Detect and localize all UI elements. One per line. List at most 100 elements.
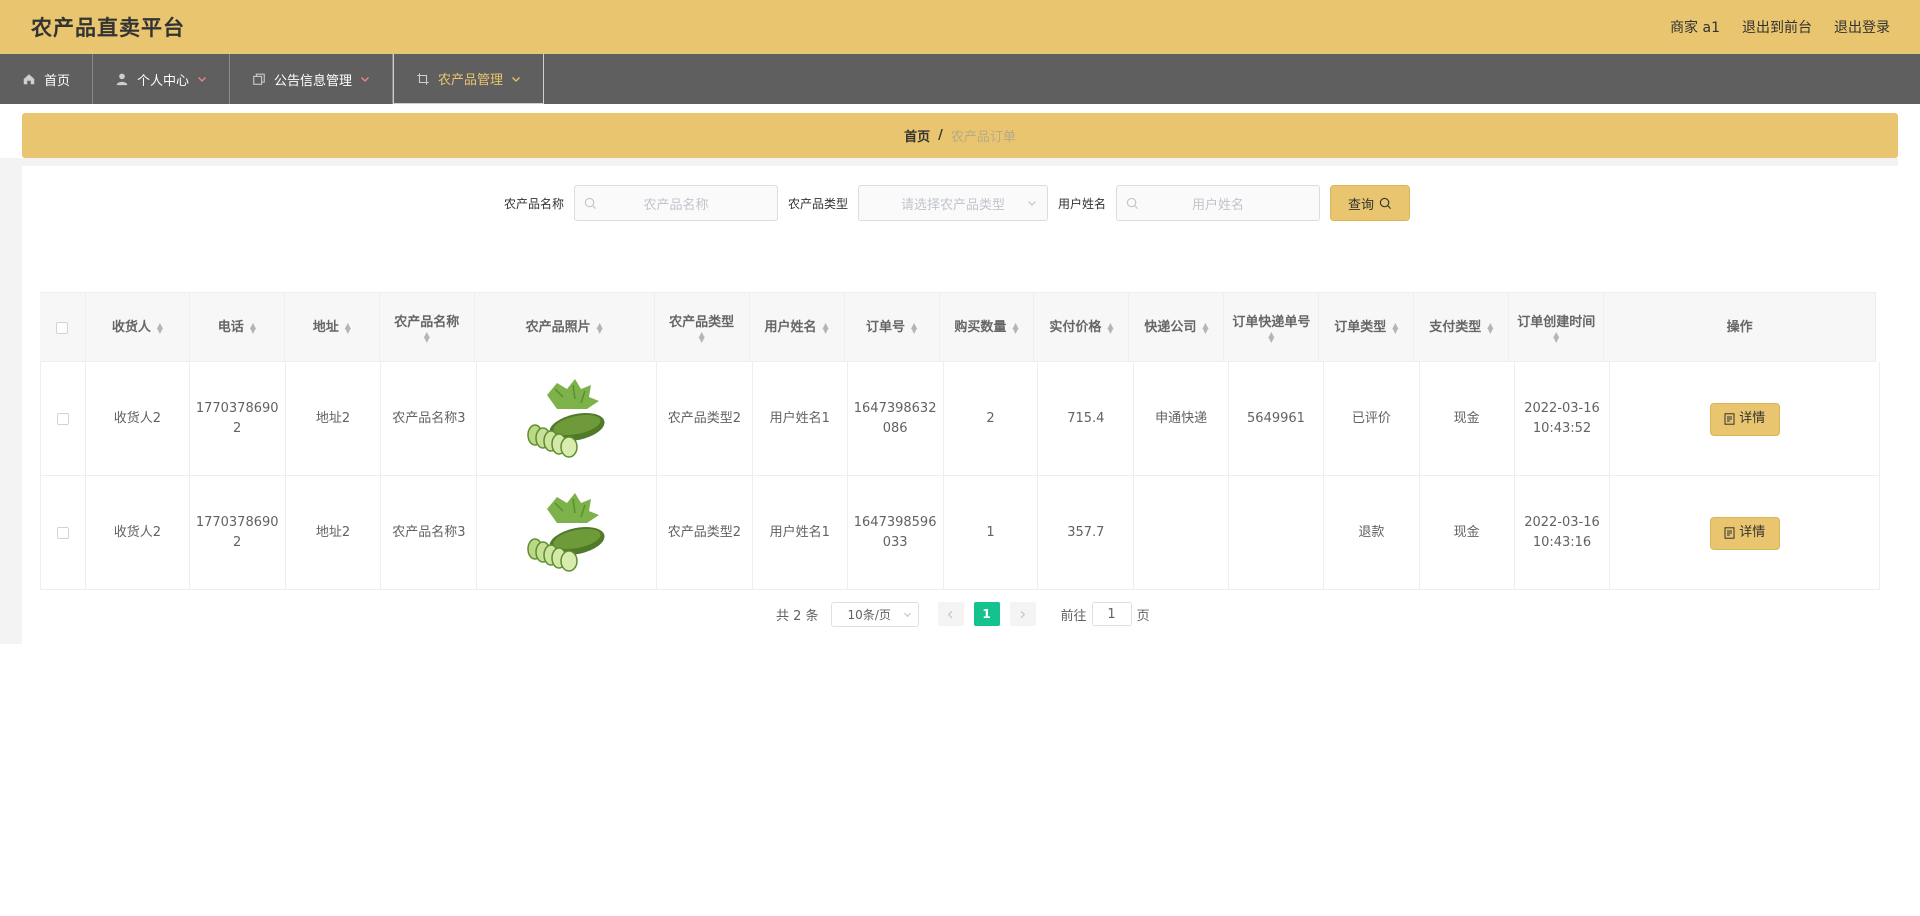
sort-icon[interactable]: ▲ ▼	[1553, 331, 1559, 344]
column-header[interactable]: 农产品照片 ▲ ▼	[475, 293, 655, 363]
nav-item-home[interactable]: 首页	[0, 54, 94, 104]
product-type-select[interactable]: 请选择农产品类型	[858, 185, 1049, 221]
copy-icon	[253, 73, 265, 85]
product-name-placeholder: 农产品名称	[643, 197, 709, 213]
pagination-total: 共 2 条	[776, 608, 819, 624]
nav-label: 公告信息管理	[274, 73, 353, 89]
sort-icon[interactable]: ▲ ▼	[1107, 321, 1113, 334]
column-header-label: 地址	[312, 320, 339, 335]
nav-item-product-management[interactable]: 农产品管理	[393, 54, 545, 104]
column-header-label: 实付价格	[1049, 320, 1102, 335]
goto-page-input[interactable]: 1	[1091, 602, 1132, 626]
sort-icon[interactable]: ▲ ▼	[1268, 331, 1274, 344]
chevron-down-icon	[198, 77, 206, 82]
column-header-label: 用户姓名	[764, 320, 817, 335]
product-type-placeholder: 请选择农产品类型	[901, 197, 1006, 213]
row-checkbox[interactable]	[56, 413, 69, 425]
page-number-current[interactable]: 1	[973, 602, 1000, 626]
sort-icon[interactable]: ▲ ▼	[157, 321, 163, 334]
product-name-label: 农产品名称	[504, 196, 565, 211]
cell-receiver: 收货人2	[86, 476, 190, 590]
column-header[interactable]: 用户姓名 ▲ ▼	[750, 293, 845, 363]
chevron-down-icon	[512, 76, 521, 82]
chevron-down-icon	[903, 612, 911, 617]
breadcrumb: 首页 / 农产品订单	[22, 113, 1898, 158]
page-size-select[interactable]: 10条/页	[830, 601, 919, 627]
cell-order-no: 1647398596033	[848, 476, 944, 590]
column-header-label: 支付类型	[1429, 320, 1482, 335]
nav-item-notice-management[interactable]: 公告信息管理	[230, 54, 394, 104]
detail-button[interactable]: 详情	[1709, 516, 1780, 550]
cell-product-name: 农产品名称3	[381, 362, 478, 476]
table-header: 收货人 ▲ ▼ 电话 ▲ ▼ 地址 ▲ ▼ 农产品名称 ▲ ▼ 农产品照片 ▲ ▼ 农产品类型 ▲ ▼ …	[40, 292, 1877, 363]
column-header[interactable]: 支付类型 ▲ ▼	[1414, 293, 1510, 363]
select-all-checkbox[interactable]	[56, 322, 69, 334]
column-header[interactable]: 订单快递单号 ▲ ▼	[1224, 293, 1320, 363]
detail-button-label: 详情	[1739, 525, 1766, 540]
top-links: 商家 a1 退出到前台 退出登录	[1670, 17, 1890, 37]
nav-item-personal-center[interactable]: 个人中心	[93, 54, 231, 104]
main-nav: 首页 个人中心 公告信息管理 农产品管理	[0, 54, 1920, 104]
home-icon	[23, 74, 35, 85]
table-row: 收货人2 17703786902 地址2 农产品名称3 农产品类型2 用户姓名1…	[40, 362, 1880, 476]
column-header[interactable]: 订单类型 ▲ ▼	[1319, 293, 1415, 363]
breadcrumb-home[interactable]: 首页	[904, 126, 930, 145]
sort-icon[interactable]: ▲ ▼	[699, 331, 705, 344]
search-icon	[1379, 197, 1392, 209]
search-icon	[1126, 197, 1139, 210]
current-user-label: 商家 a1	[1670, 20, 1720, 36]
column-header[interactable]: 电话 ▲ ▼	[190, 293, 285, 363]
cucumber-image	[526, 493, 605, 572]
sort-icon[interactable]: ▲ ▼	[345, 321, 351, 334]
cucumber-image	[526, 379, 605, 458]
cell-pay-type: 现金	[1420, 476, 1515, 590]
logout-link[interactable]: 退出登录	[1834, 17, 1890, 37]
product-name-input[interactable]: 农产品名称	[574, 185, 779, 221]
cell-tracking-no: 5649961	[1229, 362, 1324, 476]
column-header[interactable]: 快递公司 ▲ ▼	[1129, 293, 1225, 363]
select-all-cell	[40, 293, 86, 363]
sort-icon[interactable]: ▲ ▼	[1202, 321, 1208, 334]
sort-icon[interactable]: ▲ ▼	[597, 321, 603, 334]
document-icon	[1724, 413, 1735, 425]
document-icon	[1724, 527, 1735, 539]
user-icon	[116, 73, 128, 86]
detail-button[interactable]: 详情	[1709, 402, 1780, 436]
column-header[interactable]: 订单号 ▲ ▼	[845, 293, 940, 363]
cell-actions: 详情	[1610, 362, 1880, 476]
top-header: 农产品直卖平台 商家 a1 退出到前台 退出登录	[0, 0, 1920, 54]
crop-icon	[417, 72, 429, 85]
column-header[interactable]: 实付价格 ▲ ▼	[1034, 293, 1130, 363]
column-header[interactable]: 农产品名称 ▲ ▼	[380, 293, 475, 363]
cell-product-type: 农产品类型2	[657, 362, 753, 476]
prev-page-button[interactable]	[937, 602, 964, 626]
pagination: 共 2 条 10条/页 1 前往 1 页	[776, 601, 1150, 627]
column-header-label: 订单类型	[1334, 320, 1387, 335]
sort-icon[interactable]: ▲ ▼	[911, 321, 917, 334]
sort-icon[interactable]: ▲ ▼	[250, 321, 256, 334]
cell-tracking-no	[1229, 476, 1324, 590]
column-header[interactable]: 地址 ▲ ▼	[285, 293, 380, 363]
column-header[interactable]: 收货人 ▲ ▼	[86, 293, 190, 363]
query-button[interactable]: 查询	[1330, 185, 1411, 221]
sort-icon[interactable]: ▲ ▼	[424, 331, 430, 344]
table-body: 收货人2 17703786902 地址2 农产品名称3 农产品类型2 用户姓名1…	[40, 362, 1880, 590]
cell-courier	[1134, 476, 1230, 590]
sort-icon[interactable]: ▲ ▼	[1012, 321, 1018, 334]
row-checkbox[interactable]	[56, 527, 69, 539]
column-header[interactable]: 购买数量 ▲ ▼	[940, 293, 1035, 363]
cell-price: 357.7	[1038, 476, 1135, 590]
sort-icon[interactable]: ▲ ▼	[823, 321, 829, 334]
sort-icon[interactable]: ▲ ▼	[1487, 321, 1493, 334]
column-header-label: 操作	[1726, 320, 1753, 335]
cell-product-type: 农产品类型2	[657, 476, 753, 590]
row-select-cell	[40, 362, 86, 476]
column-header-actions: 操作	[1604, 293, 1877, 363]
column-header[interactable]: 农产品类型 ▲ ▼	[655, 293, 750, 363]
user-name-input[interactable]: 用户姓名	[1116, 185, 1321, 221]
column-header[interactable]: 订单创建时间 ▲ ▼	[1509, 293, 1605, 363]
next-page-button[interactable]	[1009, 602, 1036, 626]
sort-icon[interactable]: ▲ ▼	[1392, 321, 1398, 334]
search-icon	[584, 197, 597, 210]
back-to-front-link[interactable]: 退出到前台	[1742, 17, 1812, 37]
